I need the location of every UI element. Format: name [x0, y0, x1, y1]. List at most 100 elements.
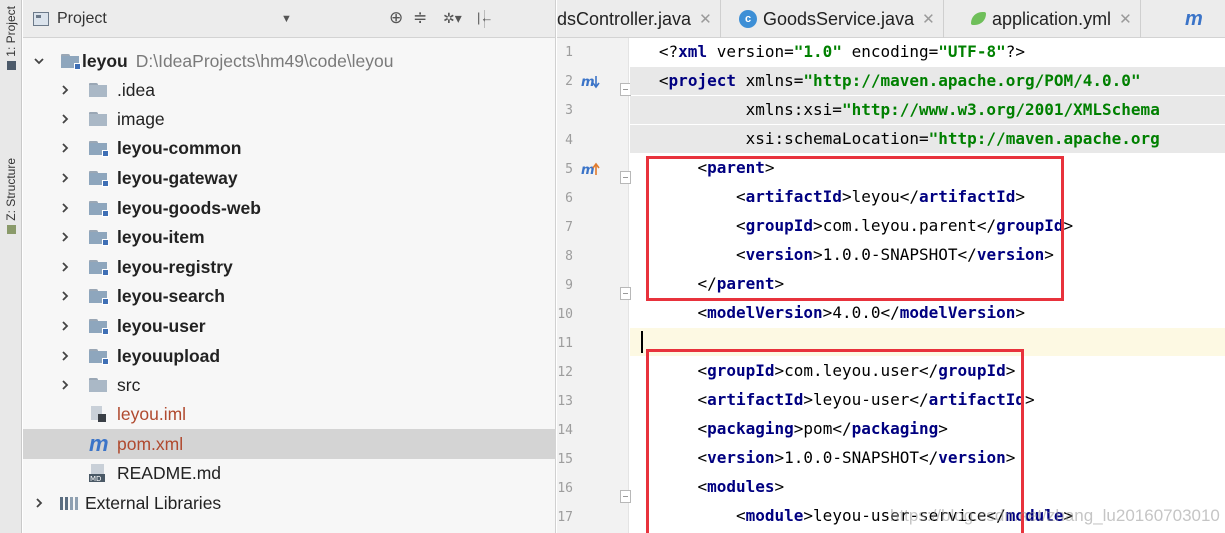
editor-gutter: 1 2 3 4 5 6 7 8 9 10 11 12 13 14 15 16 1… — [557, 38, 631, 533]
tree-row-idea[interactable]: .idea — [23, 75, 556, 105]
svg-text:m: m — [581, 75, 595, 90]
project-tool-tab[interactable]: 1: Project — [0, 6, 22, 70]
line-number: 3 — [565, 103, 573, 118]
close-icon[interactable]: ✕ — [699, 10, 712, 28]
hide-panel-icon[interactable]: |← — [477, 9, 493, 27]
chevron-right-icon[interactable] — [59, 202, 71, 214]
tree-row-leyou-item[interactable]: leyou-item — [23, 222, 556, 252]
tree-row-readme[interactable]: MD README.md — [23, 458, 556, 488]
module-folder-icon — [89, 201, 109, 217]
chevron-right-icon[interactable] — [59, 113, 71, 125]
tree-row-external-libraries[interactable]: External Libraries — [23, 488, 556, 518]
code-line[interactable]: <modelVersion>4.0.0</modelVersion> — [630, 299, 1225, 327]
folder-icon — [89, 112, 107, 126]
structure-tool-tab[interactable]: Z: Structure — [0, 158, 22, 234]
close-icon[interactable]: ✕ — [922, 10, 935, 28]
chevron-right-icon[interactable] — [59, 290, 71, 302]
tool-window-stripe: 1: Project Z: Structure — [0, 0, 22, 533]
tree-row-leyou-common[interactable]: leyou-common — [23, 133, 556, 163]
code-line[interactable]: <?xml version="1.0" encoding="UTF-8"?> — [630, 38, 1225, 66]
module-folder-icon — [89, 141, 109, 157]
line-number: 11 — [557, 336, 573, 351]
maven-up-arrow-icon[interactable]: m — [581, 162, 601, 178]
chevron-right-icon[interactable] — [59, 350, 71, 362]
chevron-right-icon[interactable] — [59, 379, 71, 391]
tree-row-leyouupload[interactable]: leyouupload — [23, 341, 556, 371]
project-tab-icon — [6, 60, 16, 70]
line-number: 16 — [557, 481, 573, 496]
tree-row-leyou-user[interactable]: leyou-user — [23, 311, 556, 341]
tree-row-src[interactable]: src — [23, 370, 556, 400]
tree-row-leyou-goods-web[interactable]: leyou-goods-web — [23, 193, 556, 223]
collapse-all-icon[interactable]: ≑ — [413, 9, 427, 27]
view-selector-chevron-icon[interactable]: ▼ — [281, 13, 292, 25]
tree-row-leyou-gateway[interactable]: leyou-gateway — [23, 163, 556, 193]
chevron-right-icon[interactable] — [59, 142, 71, 154]
code-text: xmlns:xsi="http://www.w3.org/2001/XMLSch… — [658, 100, 1160, 119]
tree-row-image[interactable]: image — [23, 104, 556, 134]
tab-application-yml[interactable]: application.yml ✕ — [960, 0, 1141, 38]
module-folder-icon — [89, 260, 109, 276]
tab-label: GoodsService.java — [763, 8, 915, 29]
code-text: <project xmlns="http://maven.apache.org/… — [658, 71, 1141, 90]
tree-row-leyou-iml[interactable]: leyou.iml — [23, 399, 556, 429]
tab-goods-controller[interactable]: dsController.java ✕ — [557, 0, 721, 38]
tree-row-leyou-registry[interactable]: leyou-registry — [23, 252, 556, 282]
project-view-icon — [33, 11, 49, 26]
tab-goods-service[interactable]: c GoodsService.java ✕ — [729, 0, 944, 38]
project-panel-header: Project ▼ ⊕ ≑ ✲▾ |← — [23, 0, 555, 38]
code-line[interactable]: xsi:schemaLocation="http://maven.apache.… — [630, 125, 1225, 153]
line-number: 2 — [565, 74, 573, 89]
chevron-right-icon[interactable] — [33, 497, 45, 509]
project-path: D:\IdeaProjects\hm49\code\leyou — [135, 50, 394, 71]
chevron-right-icon[interactable] — [59, 84, 71, 96]
module-folder-icon — [89, 319, 109, 335]
tree-label: leyou-registry — [117, 256, 233, 277]
svg-text:MD: MD — [90, 475, 101, 483]
code-line[interactable]: xmlns:xsi="http://www.w3.org/2001/XMLSch… — [630, 96, 1225, 124]
chevron-right-icon[interactable] — [59, 172, 71, 184]
folder-icon — [89, 83, 107, 97]
module-folder-icon — [89, 349, 109, 365]
tree-label: README.md — [117, 462, 222, 483]
maven-file-icon: m — [1185, 7, 1203, 30]
tree-label: leyou-item — [117, 226, 205, 247]
locate-file-icon[interactable]: ⊕ — [389, 9, 403, 27]
editor-tab-bar: dsController.java ✕ c GoodsService.java … — [557, 0, 1225, 38]
spring-leaf-icon — [970, 10, 988, 28]
settings-gear-icon[interactable]: ✲▾ — [443, 9, 462, 27]
structure-tool-tab-label: Z: Structure — [4, 158, 18, 221]
tree-label: leyou-goods-web — [117, 197, 261, 218]
maven-file-icon: m — [89, 431, 109, 456]
tree-label: .idea — [117, 79, 155, 100]
tree-label: External Libraries — [85, 492, 222, 513]
line-number: 1 — [565, 45, 573, 60]
code-line[interactable]: <project xmlns="http://maven.apache.org/… — [630, 67, 1225, 95]
project-panel-title[interactable]: Project — [57, 10, 107, 28]
code-editor[interactable]: <?xml version="1.0" encoding="UTF-8"?> <… — [630, 38, 1225, 533]
close-icon[interactable]: ✕ — [1119, 10, 1132, 28]
structure-tab-icon — [6, 224, 16, 234]
line-number: 7 — [565, 220, 573, 235]
tree-label: src — [117, 374, 141, 395]
chevron-right-icon[interactable] — [59, 231, 71, 243]
maven-down-arrow-icon[interactable]: m — [581, 74, 601, 90]
line-number: 17 — [557, 510, 573, 525]
tree-label: leyou D:\IdeaProjects\hm49\code\leyou — [82, 50, 394, 71]
line-number: 4 — [565, 133, 573, 148]
code-text: <?xml version="1.0" encoding="UTF-8"?> — [658, 42, 1025, 61]
tab-pom-xml[interactable]: m — [1177, 0, 1211, 38]
line-number: 13 — [557, 394, 573, 409]
chevron-down-icon[interactable] — [33, 55, 45, 67]
tree-row-leyou[interactable]: leyou D:\IdeaProjects\hm49\code\leyou — [23, 46, 556, 76]
highlight-box-parent — [646, 156, 1064, 301]
chevron-right-icon[interactable] — [59, 261, 71, 273]
editor-area: dsController.java ✕ c GoodsService.java … — [557, 0, 1225, 533]
line-number: 9 — [565, 278, 573, 293]
tree-row-leyou-search[interactable]: leyou-search — [23, 281, 556, 311]
line-number: 5 — [565, 162, 573, 177]
module-folder-icon — [89, 171, 109, 187]
chevron-right-icon[interactable] — [59, 320, 71, 332]
tree-row-pom-xml[interactable]: m pom.xml — [23, 429, 556, 459]
tree-label: image — [117, 108, 165, 129]
